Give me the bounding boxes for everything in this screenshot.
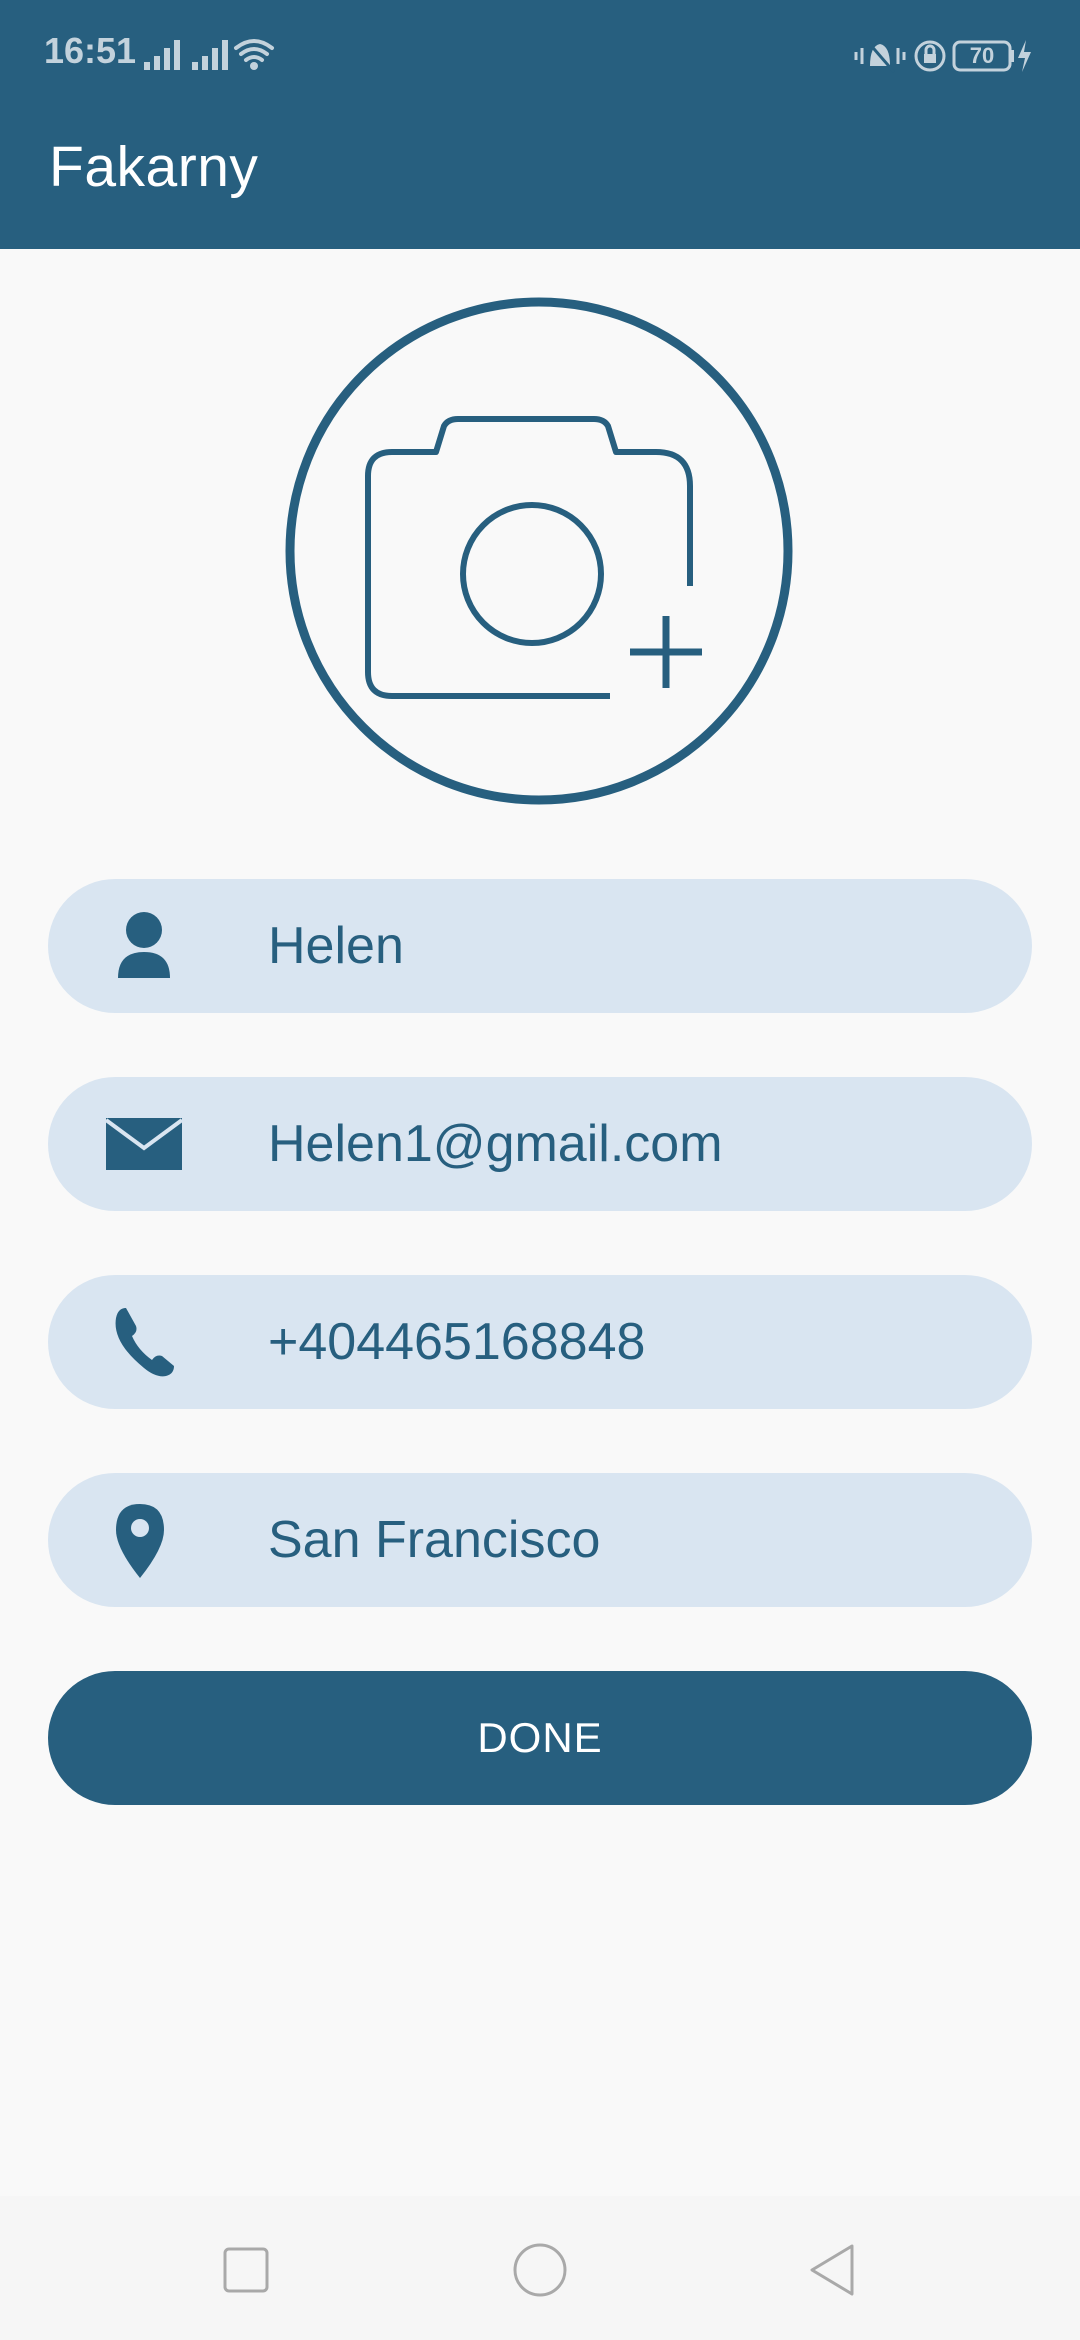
square-icon [223,2247,269,2293]
mail-icon [104,1104,184,1184]
battery-icon: 70 [952,40,1031,72]
back-button[interactable] [804,2240,864,2300]
phone-field[interactable]: +404465168848 [48,1275,1032,1409]
phone-icon [104,1302,184,1382]
email-input[interactable]: Helen1@gmail.com [268,1077,988,1211]
status-left-icons [140,32,280,81]
name-input[interactable]: Helen [268,879,988,1013]
back-triangle-icon [810,2244,854,2296]
circle-icon [513,2243,567,2297]
email-field[interactable]: Helen1@gmail.com [48,1077,1032,1211]
system-nav-bar [0,2196,1080,2340]
location-pin-icon [104,1500,184,1580]
phone-input[interactable]: +404465168848 [268,1275,988,1409]
camera-plus-icon [285,297,793,805]
signal-icon [144,39,274,70]
recents-button[interactable] [216,2240,276,2300]
charging-icon [1018,40,1031,72]
status-time: 16:51 [44,30,137,71]
battery-level: 70 [970,43,994,68]
app-title: Fakarny [49,135,259,199]
location-field[interactable]: San Francisco [48,1473,1032,1607]
status-bar: 16:51 70 [0,0,1080,110]
wifi-icon [234,39,274,62]
add-photo-button[interactable] [284,296,794,806]
vibrate-icon [854,41,906,73]
rotation-lock-icon [914,40,946,72]
done-button[interactable]: DONE [48,1671,1032,1805]
status-right-icons: 70 [852,32,1042,85]
person-icon [104,906,184,986]
name-field[interactable]: Helen [48,879,1032,1013]
home-button[interactable] [510,2240,570,2300]
location-input[interactable]: San Francisco [268,1473,988,1607]
app-bar: Fakarny [0,110,1080,249]
